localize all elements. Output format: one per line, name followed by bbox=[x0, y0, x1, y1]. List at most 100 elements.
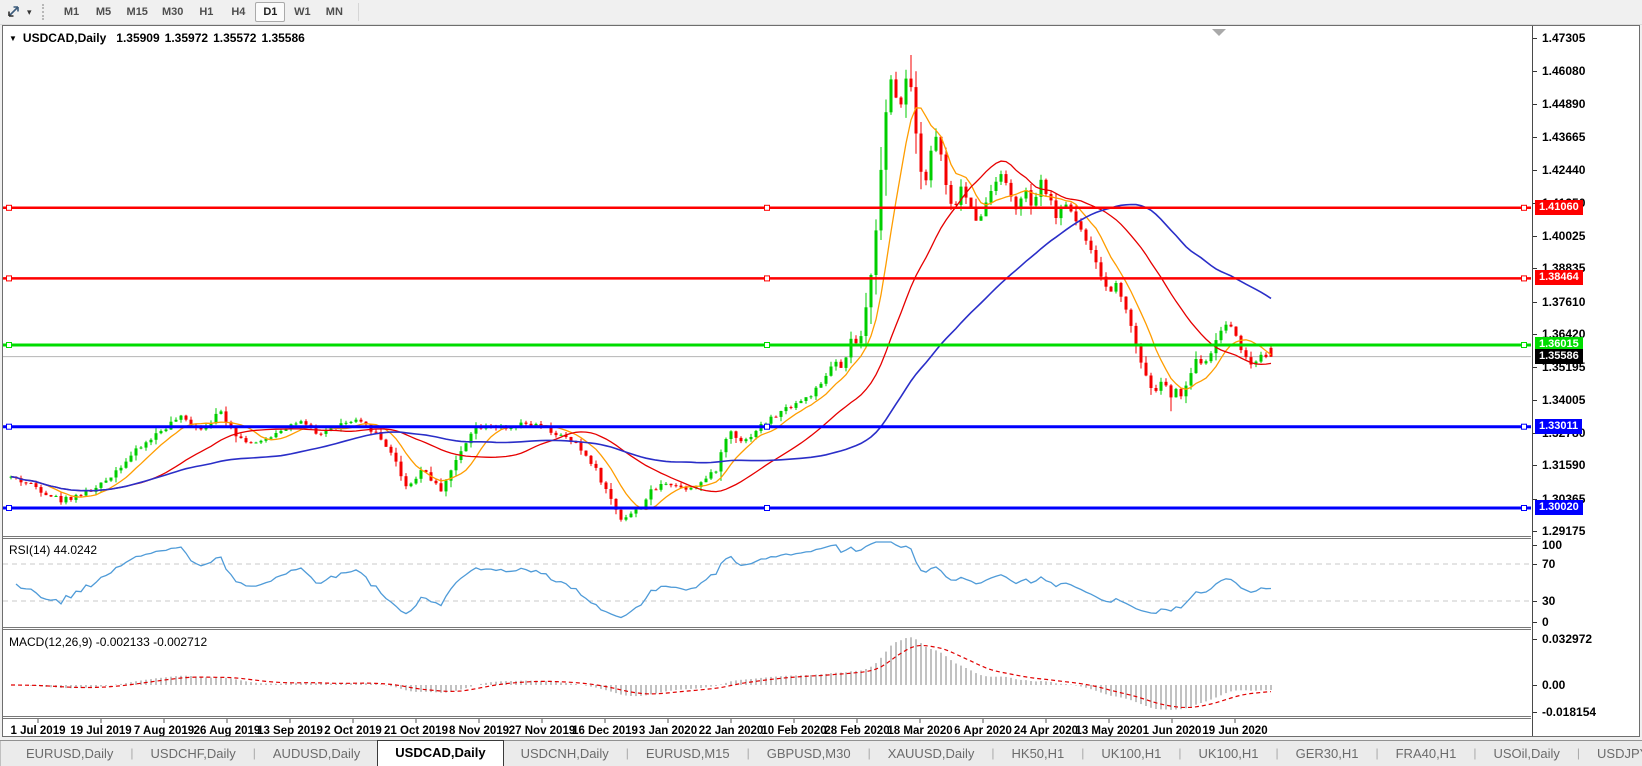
hline-price-label[interactable]: 1.41060 bbox=[1535, 199, 1583, 215]
price-tick-label: 1.34005 bbox=[1542, 392, 1586, 407]
timeframe-toolbar: ▾ M1 M5 M15 M30 H1 H4 D1 W1 MN bbox=[0, 0, 1642, 25]
timeframe-buttons: M1 M5 M15 M30 H1 H4 D1 W1 MN bbox=[56, 2, 351, 22]
macd-tick-mark bbox=[1533, 639, 1537, 640]
horizontal-line-1.41060[interactable] bbox=[3, 204, 1531, 211]
timeframe-button-d1[interactable]: D1 bbox=[255, 2, 286, 22]
chart-tab-bar: EURUSD,Daily | USDCHF,Daily | AUDUSD,Daily US… bbox=[0, 740, 1642, 766]
price-axis[interactable]: 1.473051.460801.448901.436651.424401.412… bbox=[1532, 26, 1639, 736]
ohlc-open: 1.35909 bbox=[116, 31, 160, 45]
macd-tick-label: 0.00 bbox=[1542, 678, 1566, 692]
macd-tick-label: 0.032972 bbox=[1542, 632, 1593, 646]
moving-average-8[interactable] bbox=[10, 107, 1272, 511]
date-tick-label: 8 Nov 2019 bbox=[449, 725, 509, 736]
price-tick-label: 1.43665 bbox=[1542, 130, 1586, 144]
macd-signal-line bbox=[11, 644, 1272, 709]
chart-tab-hk50-h1[interactable]: HK50,H1 bbox=[995, 741, 1082, 766]
timeframe-button-m30[interactable]: M30 bbox=[156, 2, 189, 22]
date-tick-label: 26 Aug 2019 bbox=[194, 725, 261, 736]
date-tick-label: 1 Jun 2020 bbox=[1143, 725, 1202, 736]
date-tick-label: 21 Oct 2019 bbox=[384, 725, 448, 736]
timeframe-button-w1[interactable]: W1 bbox=[287, 2, 317, 22]
macd-tick-mark bbox=[1533, 712, 1537, 713]
date-tick-label: 7 Aug 2019 bbox=[134, 725, 194, 736]
date-tick-label: 28 Feb 2020 bbox=[824, 725, 889, 736]
chart-tab-usdjpy-h1[interactable]: USDJPY,H1 bbox=[1580, 741, 1642, 766]
chart-tab-usdcad-daily[interactable]: USDCAD,Daily bbox=[377, 740, 504, 766]
timeframe-button-h4[interactable]: H4 bbox=[223, 2, 253, 22]
moving-average-25[interactable] bbox=[10, 160, 1272, 493]
chart-tab-usoil-daily[interactable]: USOil,Daily bbox=[1476, 741, 1576, 766]
rsi-tick-mark bbox=[1533, 564, 1537, 565]
timeframe-button-h1[interactable]: H1 bbox=[191, 2, 221, 22]
chart-tabs: EURUSD,Daily | USDCHF,Daily | AUDUSD,Daily US… bbox=[9, 740, 1642, 766]
date-tick-label: 24 Apr 2020 bbox=[1014, 725, 1078, 736]
chart-tab-gbpusd-m30[interactable]: GBPUSD,M30 bbox=[750, 741, 868, 766]
price-tick-mark bbox=[1533, 103, 1537, 105]
crosshair-tool-icon[interactable] bbox=[5, 4, 23, 20]
date-tick-label: 3 Jan 2020 bbox=[639, 725, 697, 736]
timeframe-button-m5[interactable]: M5 bbox=[89, 2, 119, 22]
price-tick-mark bbox=[1533, 465, 1537, 467]
collapse-marker-icon[interactable]: ▼ bbox=[9, 34, 17, 43]
date-tick-label: 19 Jul 2019 bbox=[70, 725, 131, 736]
price-tick-label: 1.37610 bbox=[1542, 294, 1586, 309]
price-tick-mark bbox=[1533, 367, 1537, 369]
timeframe-button-m15[interactable]: M15 bbox=[121, 2, 154, 22]
price-tick-label: 1.46080 bbox=[1542, 64, 1586, 79]
chart-window: 1 Jul 2019 19 Jul 2019 7 Aug 2019 26 Aug 20… bbox=[2, 25, 1640, 737]
ohlc-values: 1.35909 1.35972 1.35572 1.35586 bbox=[116, 31, 305, 45]
chart-tab-audusd-daily[interactable]: AUDUSD,Daily bbox=[256, 741, 377, 766]
chart-tab-ger30-h1[interactable]: GER30,H1 bbox=[1279, 741, 1376, 766]
chart-tab-eurusd-daily[interactable]: EURUSD,Daily bbox=[9, 741, 130, 766]
chart-tab-xauusd-daily[interactable]: XAUUSD,Daily bbox=[871, 741, 992, 766]
rsi-tick-mark bbox=[1533, 601, 1537, 602]
price-tick-label: 1.31590 bbox=[1542, 458, 1586, 473]
chevron-down-icon[interactable]: ▾ bbox=[27, 7, 32, 18]
horizontal-line-1.30020[interactable] bbox=[3, 505, 1531, 511]
chart-tab-uk100-h1[interactable]: UK100,H1 bbox=[1084, 741, 1178, 766]
horizontal-line-1.38464[interactable] bbox=[3, 275, 1531, 282]
price-tick-label: 1.44890 bbox=[1542, 96, 1586, 111]
chart-tab-usdcnh-daily[interactable]: USDCNH,Daily bbox=[504, 741, 626, 766]
date-tick-label: 6 Apr 2020 bbox=[954, 725, 1012, 736]
rsi-pane bbox=[3, 541, 1531, 619]
macd-indicator-label: MACD(12,26,9) -0.002133 -0.002712 bbox=[9, 635, 208, 649]
price-tick-mark bbox=[1533, 137, 1537, 138]
rsi-indicator-label: RSI(14) 44.0242 bbox=[9, 543, 98, 557]
moving-average-55[interactable] bbox=[10, 203, 1272, 492]
chart-tab-usdchf-daily[interactable]: USDCHF,Daily bbox=[134, 741, 253, 766]
horizontal-line-1.36015[interactable] bbox=[3, 342, 1531, 348]
hline-price-label[interactable]: 1.38464 bbox=[1535, 270, 1583, 286]
rsi-tick-mark bbox=[1533, 622, 1537, 623]
candles-layer bbox=[9, 55, 1273, 522]
price-tick-mark bbox=[1533, 236, 1537, 237]
chart-tab-fra40-h1[interactable]: FRA40,H1 bbox=[1379, 741, 1474, 766]
ohlc-close: 1.35586 bbox=[261, 31, 305, 45]
chart-tab-uk100-h1[interactable]: UK100,H1 bbox=[1182, 741, 1276, 766]
timeframe-button-mn[interactable]: MN bbox=[319, 2, 349, 22]
price-tick-mark bbox=[1533, 71, 1537, 73]
chart-tab-eurusd-m15[interactable]: EURUSD,M15 bbox=[629, 741, 747, 766]
ohlc-high: 1.35972 bbox=[164, 31, 209, 45]
price-tick-mark bbox=[1533, 334, 1537, 335]
rsi-tick-label: 30 bbox=[1542, 594, 1556, 608]
timeframe-button-m1[interactable]: M1 bbox=[57, 2, 87, 22]
chart-title: ▼ USDCAD,Daily 1.35909 1.35972 1.35572 1… bbox=[9, 31, 305, 45]
chart-shift-marker[interactable] bbox=[1212, 29, 1226, 36]
date-tick-label: 13 Sep 2019 bbox=[257, 725, 323, 736]
price-chart-canvas[interactable]: 1 Jul 2019 19 Jul 2019 7 Aug 2019 26 Aug 20… bbox=[3, 26, 1531, 736]
price-tick-mark bbox=[1533, 170, 1537, 172]
toolbar-grip[interactable] bbox=[41, 4, 46, 20]
date-tick-label: 22 Jan 2020 bbox=[699, 725, 764, 736]
mt4-terminal: ▾ M1 M5 M15 M30 H1 H4 D1 W1 MN 1 Jul 2019 19 Jul … bbox=[0, 0, 1642, 766]
hline-price-label[interactable]: 1.30020 bbox=[1535, 500, 1583, 515]
rsi-tick-label: 0 bbox=[1542, 615, 1549, 629]
date-tick-label: 27 Nov 2019 bbox=[509, 725, 576, 736]
price-tick-mark bbox=[1533, 301, 1537, 303]
price-tick-mark bbox=[1533, 399, 1537, 401]
price-tick-mark bbox=[1533, 531, 1537, 532]
hline-price-label[interactable]: 1.33011 bbox=[1535, 418, 1583, 434]
rsi-tick-label: 70 bbox=[1542, 557, 1556, 571]
date-axis[interactable]: 1 Jul 2019 19 Jul 2019 7 Aug 2019 26 Aug 20… bbox=[11, 719, 1268, 736]
price-tick-label: 1.47305 bbox=[1542, 31, 1586, 45]
